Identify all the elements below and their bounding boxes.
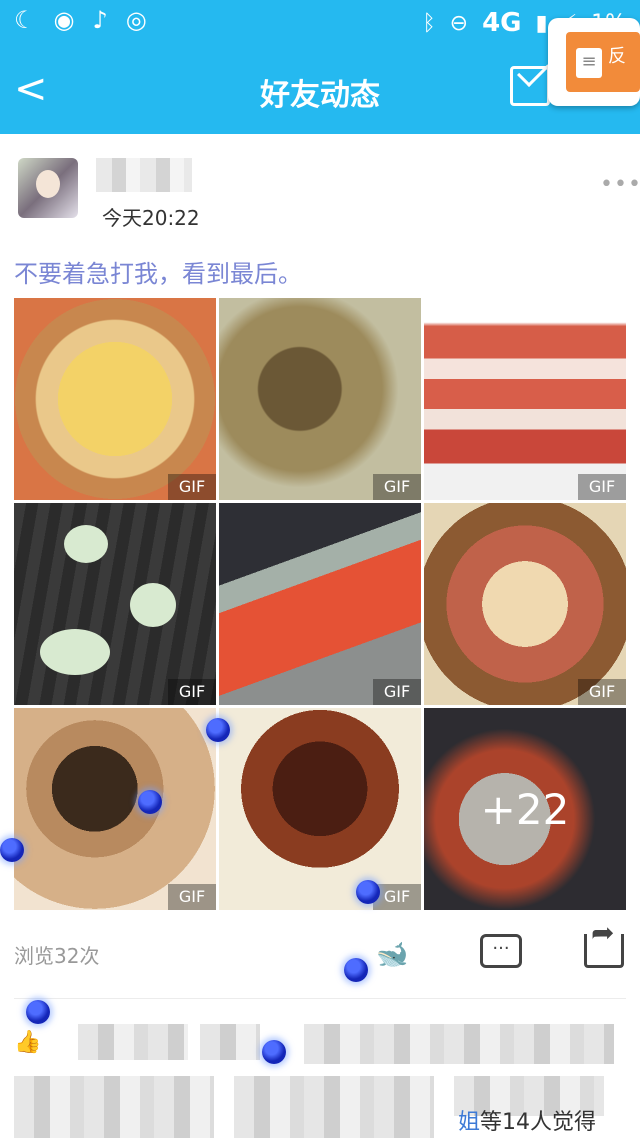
tiktok-icon: ♪ — [92, 6, 108, 34]
liker-blurred — [14, 1076, 214, 1138]
grid-image[interactable]: GIF — [14, 298, 216, 500]
grid-image[interactable]: GIF — [219, 708, 421, 910]
food-shape — [40, 629, 110, 675]
floating-badge-inner: ≡ 反 — [566, 32, 640, 92]
likes-section: 👍 姐等14人觉得 — [14, 1014, 626, 1138]
comment-icon[interactable]: ··· — [480, 934, 522, 968]
grid-image[interactable]: GIF — [424, 503, 626, 705]
grid-image[interactable]: GIF — [14, 503, 216, 705]
overlay-dot — [356, 880, 380, 904]
liker-blurred — [78, 1024, 188, 1060]
feed-post: 今天20:22 ••• 不要着急打我，看到最后。 GIF GIF GIF GIF… — [0, 134, 640, 1138]
weibo-icon: ◎ — [125, 6, 147, 34]
likes-suffix: 等14人觉得 — [480, 1110, 596, 1135]
bluetooth-icon: ᛒ — [422, 10, 436, 36]
gif-badge: GIF — [373, 884, 421, 910]
gif-badge: GIF — [373, 474, 421, 500]
whale-icon: 🐋 — [376, 940, 409, 970]
status-bar: ☾ ◉ ♪ ◎ ᛒ ⊖ 4G ▮ ⚡ 1% — [0, 0, 640, 44]
floating-badge-label: 反 — [608, 46, 626, 67]
floating-badge[interactable]: ≡ 反 — [548, 18, 640, 106]
grid-image[interactable]: GIF — [14, 708, 216, 910]
top-nav: < 好友动态 — [0, 44, 640, 134]
dnd-icon: ⊖ — [449, 10, 469, 36]
grid-image-more[interactable]: +22 — [424, 708, 626, 910]
grid-image[interactable]: GIF — [219, 298, 421, 500]
status-left-icons: ☾ ◉ ♪ ◎ — [14, 6, 147, 34]
liker-blurred — [200, 1024, 260, 1060]
gif-badge: GIF — [168, 679, 216, 705]
share-icon[interactable] — [584, 916, 624, 968]
liker-blurred — [304, 1024, 614, 1064]
likes-summary: 姐等14人觉得 — [458, 1104, 596, 1136]
overlay-dot — [344, 958, 368, 982]
signal-icon: ▮ — [535, 10, 548, 36]
like-icon[interactable]: 👍 — [14, 1030, 41, 1055]
more-count: +22 — [424, 708, 626, 910]
network-type: 4G — [482, 8, 522, 38]
gif-badge: GIF — [168, 474, 216, 500]
overlay-dot — [138, 790, 162, 814]
gif-badge: GIF — [168, 884, 216, 910]
gif-badge: GIF — [578, 474, 626, 500]
mail-icon[interactable] — [510, 66, 550, 106]
overlay-dot — [206, 718, 230, 742]
post-caption: 不要着急打我，看到最后。 — [14, 260, 302, 288]
divider — [14, 998, 626, 999]
document-icon: ≡ — [576, 48, 602, 78]
image-grid: GIF GIF GIF GIF GIF GIF GIF GIF +22 — [14, 298, 626, 910]
gif-badge: GIF — [578, 679, 626, 705]
gif-badge: GIF — [373, 679, 421, 705]
overlay-dot — [0, 838, 24, 862]
username-blurred[interactable] — [96, 158, 192, 192]
food-shape — [64, 525, 108, 563]
overlay-dot — [262, 1040, 286, 1064]
more-icon[interactable]: ••• — [600, 172, 640, 197]
overlay-dot — [26, 1000, 50, 1024]
food-shape — [130, 583, 176, 627]
avatar[interactable] — [18, 158, 78, 218]
grid-image[interactable]: GIF — [424, 298, 626, 500]
view-count: 浏览32次 — [14, 944, 100, 968]
liker-blurred — [234, 1076, 434, 1138]
moon-icon: ☾ — [14, 6, 36, 34]
grid-image[interactable]: GIF — [219, 503, 421, 705]
liker-name[interactable]: 姐 — [458, 1110, 480, 1135]
browser-icon: ◉ — [53, 6, 75, 34]
post-time: 今天20:22 — [102, 206, 200, 230]
